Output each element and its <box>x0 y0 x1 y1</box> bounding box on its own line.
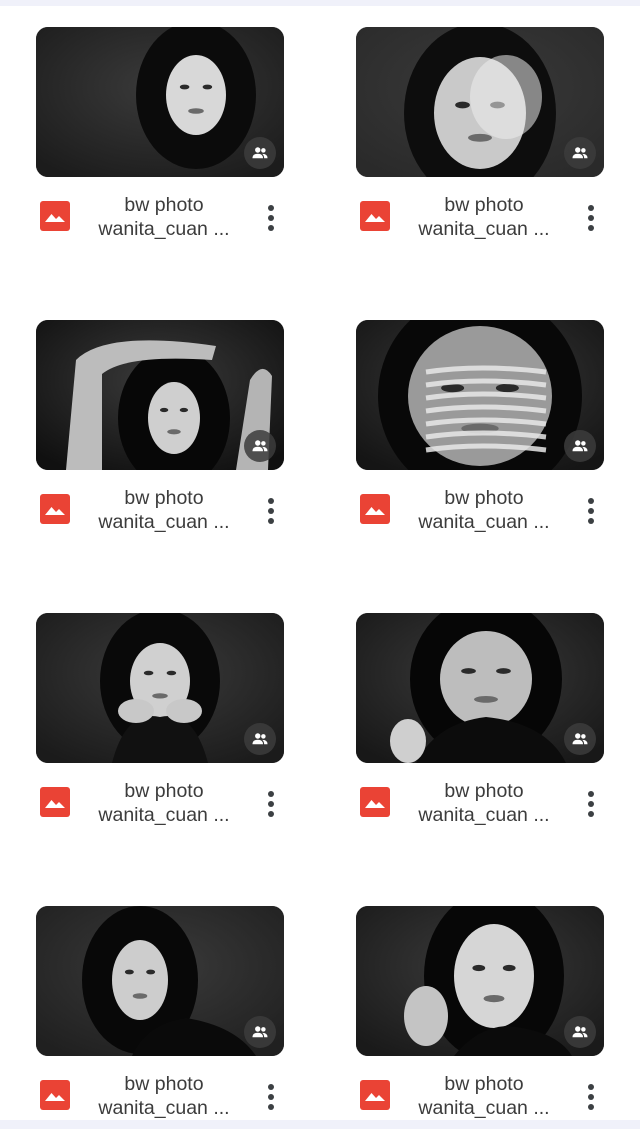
file-name-line-2: wanita_cuan ... <box>418 511 550 533</box>
file-grid: bw photo wanita_cuan ... bw photo wanita… <box>0 6 640 1120</box>
file-card[interactable]: bw photo wanita_cuan ... <box>36 906 284 1120</box>
shared-people-icon <box>244 723 276 755</box>
file-name: bw photo wanita_cuan ... <box>86 193 242 241</box>
file-name-line-2: wanita_cuan ... <box>418 804 550 826</box>
image-file-icon <box>360 787 390 817</box>
image-file-icon <box>360 201 390 231</box>
more-vert-icon[interactable] <box>576 494 606 528</box>
dot <box>588 205 594 211</box>
shared-people-icon <box>244 430 276 462</box>
shared-people-icon <box>564 137 596 169</box>
file-card[interactable]: bw photo wanita_cuan ... <box>356 320 604 560</box>
dot <box>268 498 274 504</box>
image-file-icon <box>360 494 390 524</box>
dot <box>268 215 274 221</box>
drive-file-grid-page: bw photo wanita_cuan ... bw photo wanita… <box>0 6 640 1120</box>
more-vert-icon[interactable] <box>576 1080 606 1114</box>
file-meta: bw photo wanita_cuan ... <box>356 1072 604 1120</box>
more-vert-icon[interactable] <box>256 787 286 821</box>
dot <box>588 225 594 231</box>
dot <box>588 215 594 221</box>
dot <box>588 1104 594 1110</box>
file-meta: bw photo wanita_cuan ... <box>36 1072 284 1120</box>
dot <box>588 811 594 817</box>
file-name: bw photo wanita_cuan ... <box>406 486 562 534</box>
file-card[interactable]: bw photo wanita_cuan ... <box>356 27 604 267</box>
file-thumbnail[interactable] <box>356 613 604 763</box>
dot <box>588 508 594 514</box>
file-name: bw photo wanita_cuan ... <box>406 193 562 241</box>
dot <box>268 205 274 211</box>
dot <box>268 811 274 817</box>
file-thumbnail[interactable] <box>36 320 284 470</box>
dot <box>268 518 274 524</box>
file-meta: bw photo wanita_cuan ... <box>356 779 604 833</box>
file-card[interactable]: bw photo wanita_cuan ... <box>356 906 604 1120</box>
file-name-line-1: bw photo <box>444 487 524 509</box>
file-name-line-2: wanita_cuan ... <box>418 1097 550 1119</box>
file-thumbnail[interactable] <box>36 27 284 177</box>
dot <box>588 791 594 797</box>
shared-people-icon <box>564 1016 596 1048</box>
file-name-line-1: bw photo <box>444 780 524 802</box>
more-vert-icon[interactable] <box>256 201 286 235</box>
file-name: bw photo wanita_cuan ... <box>406 1072 562 1120</box>
file-name-line-1: bw photo <box>124 194 204 216</box>
file-thumbnail[interactable] <box>356 27 604 177</box>
file-name-line-2: wanita_cuan ... <box>418 218 550 240</box>
dot <box>268 1084 274 1090</box>
file-name: bw photo wanita_cuan ... <box>86 779 242 827</box>
file-thumbnail[interactable] <box>36 906 284 1056</box>
file-name-line-2: wanita_cuan ... <box>98 511 230 533</box>
dot <box>588 1084 594 1090</box>
dot <box>268 791 274 797</box>
dot <box>268 1104 274 1110</box>
file-name-line-1: bw photo <box>444 194 524 216</box>
shared-people-icon <box>244 1016 276 1048</box>
file-meta: bw photo wanita_cuan ... <box>36 779 284 833</box>
file-meta: bw photo wanita_cuan ... <box>356 486 604 540</box>
file-name-line-1: bw photo <box>124 487 204 509</box>
more-vert-icon[interactable] <box>576 201 606 235</box>
file-name-line-2: wanita_cuan ... <box>98 1097 230 1119</box>
shared-people-icon <box>564 430 596 462</box>
more-vert-icon[interactable] <box>256 1080 286 1114</box>
file-name: bw photo wanita_cuan ... <box>86 486 242 534</box>
file-name-line-2: wanita_cuan ... <box>98 218 230 240</box>
image-file-icon <box>40 201 70 231</box>
file-name-line-1: bw photo <box>124 1073 204 1095</box>
image-file-icon <box>40 494 70 524</box>
image-file-icon <box>360 1080 390 1110</box>
dot <box>588 801 594 807</box>
dot <box>268 1094 274 1100</box>
shared-people-icon <box>244 137 276 169</box>
file-thumbnail[interactable] <box>356 906 604 1056</box>
file-meta: bw photo wanita_cuan ... <box>36 486 284 540</box>
shared-people-icon <box>564 723 596 755</box>
dot <box>588 1094 594 1100</box>
file-meta: bw photo wanita_cuan ... <box>36 193 284 247</box>
file-name-line-2: wanita_cuan ... <box>98 804 230 826</box>
file-card[interactable]: bw photo wanita_cuan ... <box>36 613 284 853</box>
more-vert-icon[interactable] <box>576 787 606 821</box>
dot <box>588 498 594 504</box>
image-file-icon <box>40 1080 70 1110</box>
dot <box>268 508 274 514</box>
file-name-line-1: bw photo <box>124 780 204 802</box>
file-card[interactable]: bw photo wanita_cuan ... <box>36 27 284 267</box>
dot <box>268 225 274 231</box>
file-thumbnail[interactable] <box>36 613 284 763</box>
file-thumbnail[interactable] <box>356 320 604 470</box>
more-vert-icon[interactable] <box>256 494 286 528</box>
dot <box>588 518 594 524</box>
dot <box>268 801 274 807</box>
file-meta: bw photo wanita_cuan ... <box>356 193 604 247</box>
file-card[interactable]: bw photo wanita_cuan ... <box>36 320 284 560</box>
file-card[interactable]: bw photo wanita_cuan ... <box>356 613 604 853</box>
file-name: bw photo wanita_cuan ... <box>406 779 562 827</box>
file-name-line-1: bw photo <box>444 1073 524 1095</box>
image-file-icon <box>40 787 70 817</box>
file-name: bw photo wanita_cuan ... <box>86 1072 242 1120</box>
